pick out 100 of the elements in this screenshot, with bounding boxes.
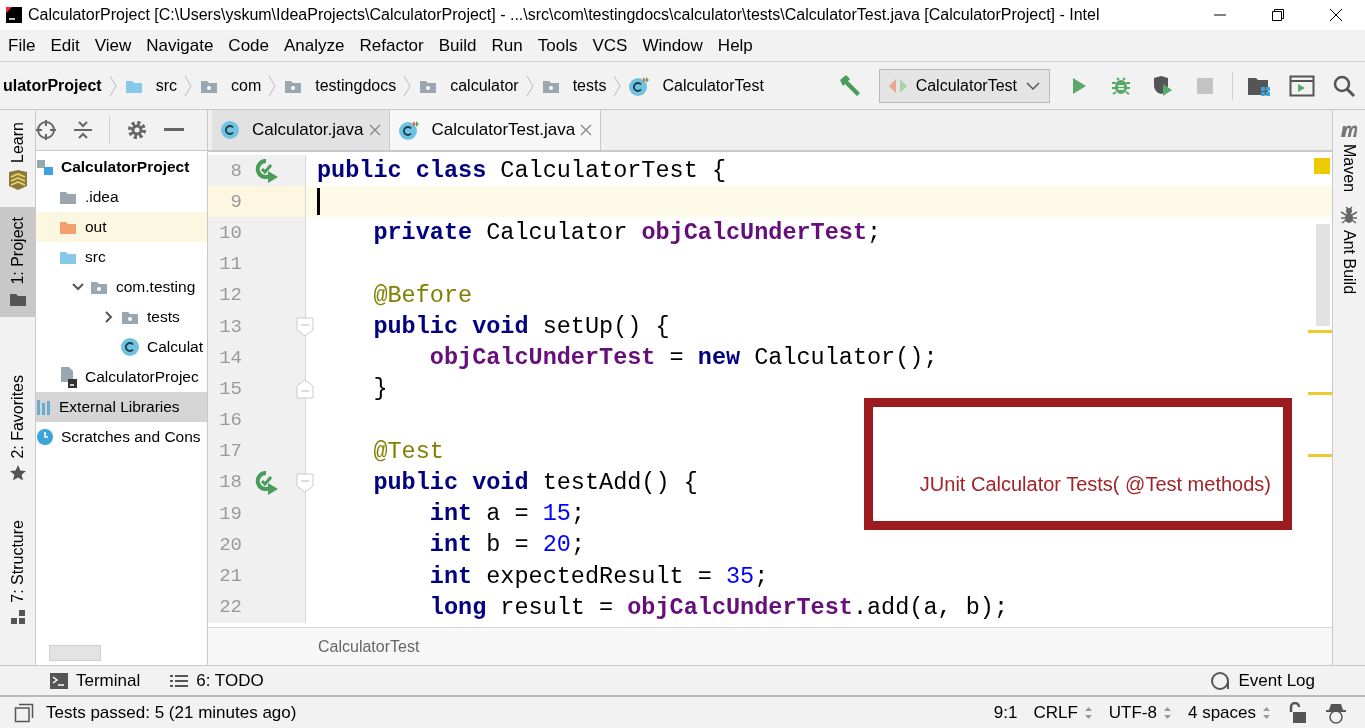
structure-icon [9,608,26,625]
indent-selector[interactable]: 4 spaces [1187,702,1271,723]
code-line: @Test [372,437,444,465]
menu-item[interactable]: Run [491,32,530,59]
run-test-icon[interactable] [254,469,280,496]
ant-icon [1340,206,1358,225]
package-folder-icon [89,279,109,295]
tool-window-tab[interactable]: 1: Project [0,206,35,317]
tree-item[interactable]: out [36,212,207,242]
tree-item[interactable]: CalculatorProject [36,152,207,182]
line-number: 19 [218,502,242,525]
locate-icon[interactable] [36,119,57,141]
tree-item[interactable]: External Libraries [36,392,207,422]
up-down-arrows-icon [1262,705,1271,720]
menu-item[interactable]: VCS [592,32,635,59]
code-line: int expectedResult = 35; [428,562,769,590]
editor-tab[interactable]: Calculator.java [212,110,390,150]
tree-item[interactable]: Calculat [98,332,207,362]
tree-item[interactable]: .idea [36,182,207,212]
tool-windows-icon[interactable] [14,702,34,723]
class-icon [120,337,140,357]
close-icon[interactable] [1330,9,1342,21]
unlock-icon[interactable] [1287,701,1307,724]
window-title: CalculatorProject [C:\Users\yskum\IdeaProjects\CalculatorProject] - ...\src\com\testingdocs\calculator\tests\CalculatorTest.java [CalculatorProject] - Intel [28,6,1101,24]
line-separator-selector[interactable]: CRLF [1033,702,1093,723]
tool-window-tab[interactable]: 7: Structure [0,510,35,635]
line-number: 12 [218,284,242,307]
menu-item[interactable]: File [8,32,43,59]
restore-icon[interactable] [1272,9,1284,21]
annotation-callout: JUnit Calculator Tests( @Test methods) [864,398,1292,530]
inspector-icon[interactable] [1325,701,1347,724]
warning-marker[interactable] [1314,158,1330,174]
line-number: 13 [218,315,242,338]
up-down-arrows-icon [1083,705,1093,720]
menu-item[interactable]: Code [228,32,276,59]
breadcrumb-separator-icon [613,74,622,97]
breadcrumb-item[interactable]: calculator [415,76,522,95]
run-test-icon[interactable] [254,158,280,184]
run-configuration-dropdown[interactable]: CalculatorTest [878,68,1050,103]
code-line: public class CalculatorTest { [317,157,726,185]
settings-icon[interactable] [126,119,148,141]
folder-icon [58,249,78,265]
breadcrumb-separator-icon [525,74,534,97]
menu-item[interactable]: Build [438,32,484,59]
tool-window-tab[interactable]: 2: Favorites [0,364,35,493]
encoding-selector[interactable]: UTF-8 [1108,702,1172,723]
tool-window-button[interactable]: 6: TODO [170,670,264,691]
menu-item[interactable]: Help [717,32,760,59]
star-icon [8,464,27,483]
breadcrumb-separator-icon [108,74,117,97]
code-line: public void setUp() { [372,313,670,341]
breadcrumb-item[interactable]: src [120,76,180,95]
folder-icon [58,189,78,205]
line-number: 10 [218,221,242,244]
line-number: 22 [218,596,242,619]
breadcrumb-item[interactable]: CalculatorTest [625,74,767,97]
menu-item[interactable]: Navigate [146,32,221,59]
line-number: 14 [218,346,242,369]
breadcrumb-item[interactable]: ulatorProject [0,76,105,95]
menu-item[interactable]: Tools [537,32,585,59]
menu-item[interactable]: View [94,32,139,59]
tree-item[interactable]: Scratches and Cons [36,422,207,452]
tree-item[interactable]: CalculatorProjec [36,362,207,392]
line-number: 15 [218,377,242,400]
line-number: 18 [218,471,242,494]
folder-icon [58,219,78,235]
breadcrumb-item[interactable]: tests [537,76,610,95]
tool-window-tab[interactable]: Ant Build [1340,206,1358,295]
code-line: @Before [372,281,473,309]
line-number: 16 [218,409,242,432]
menu-item[interactable]: Window [642,32,710,59]
breadcrumb-item[interactable]: testingdocs [280,76,400,95]
code-line: long result = objCalcUnderTest.add(a, b); [428,593,1009,621]
list-icon [170,673,189,688]
breadcrumb-item[interactable]: com [196,76,265,95]
tool-window-tab[interactable]: Maven [1339,122,1359,193]
up-down-arrows-icon [1162,705,1172,720]
module-icon [36,158,54,176]
library-icon [36,398,52,416]
scrollbar[interactable] [49,645,101,661]
tool-window-tab[interactable]: Learn [0,112,35,201]
tree-item[interactable]: com.testing [67,272,207,302]
scrollbar[interactable] [1316,224,1330,326]
tool-window-button[interactable]: Terminal [50,670,141,691]
editor-tab[interactable]: CalculatorTest.java [389,110,602,150]
collapse-all-icon[interactable] [73,119,93,141]
text-cursor [317,188,320,216]
event-log-button[interactable]: Event Log [1210,670,1315,691]
line-number: 21 [218,565,242,588]
speech-bubble-icon [1210,670,1231,691]
caret-position[interactable]: 9:1 [993,702,1018,723]
tree-item[interactable]: src [36,242,207,272]
menu-item[interactable]: Edit [50,32,87,59]
menu-item[interactable]: Analyze [284,32,352,59]
terminal-icon [50,672,68,689]
breadcrumb-item[interactable]: CalculatorTest [318,637,420,656]
minimize-icon[interactable] [164,128,184,132]
code-line: } [372,375,388,403]
tree-item[interactable]: tests [98,302,207,332]
menu-item[interactable]: Refactor [359,32,431,59]
